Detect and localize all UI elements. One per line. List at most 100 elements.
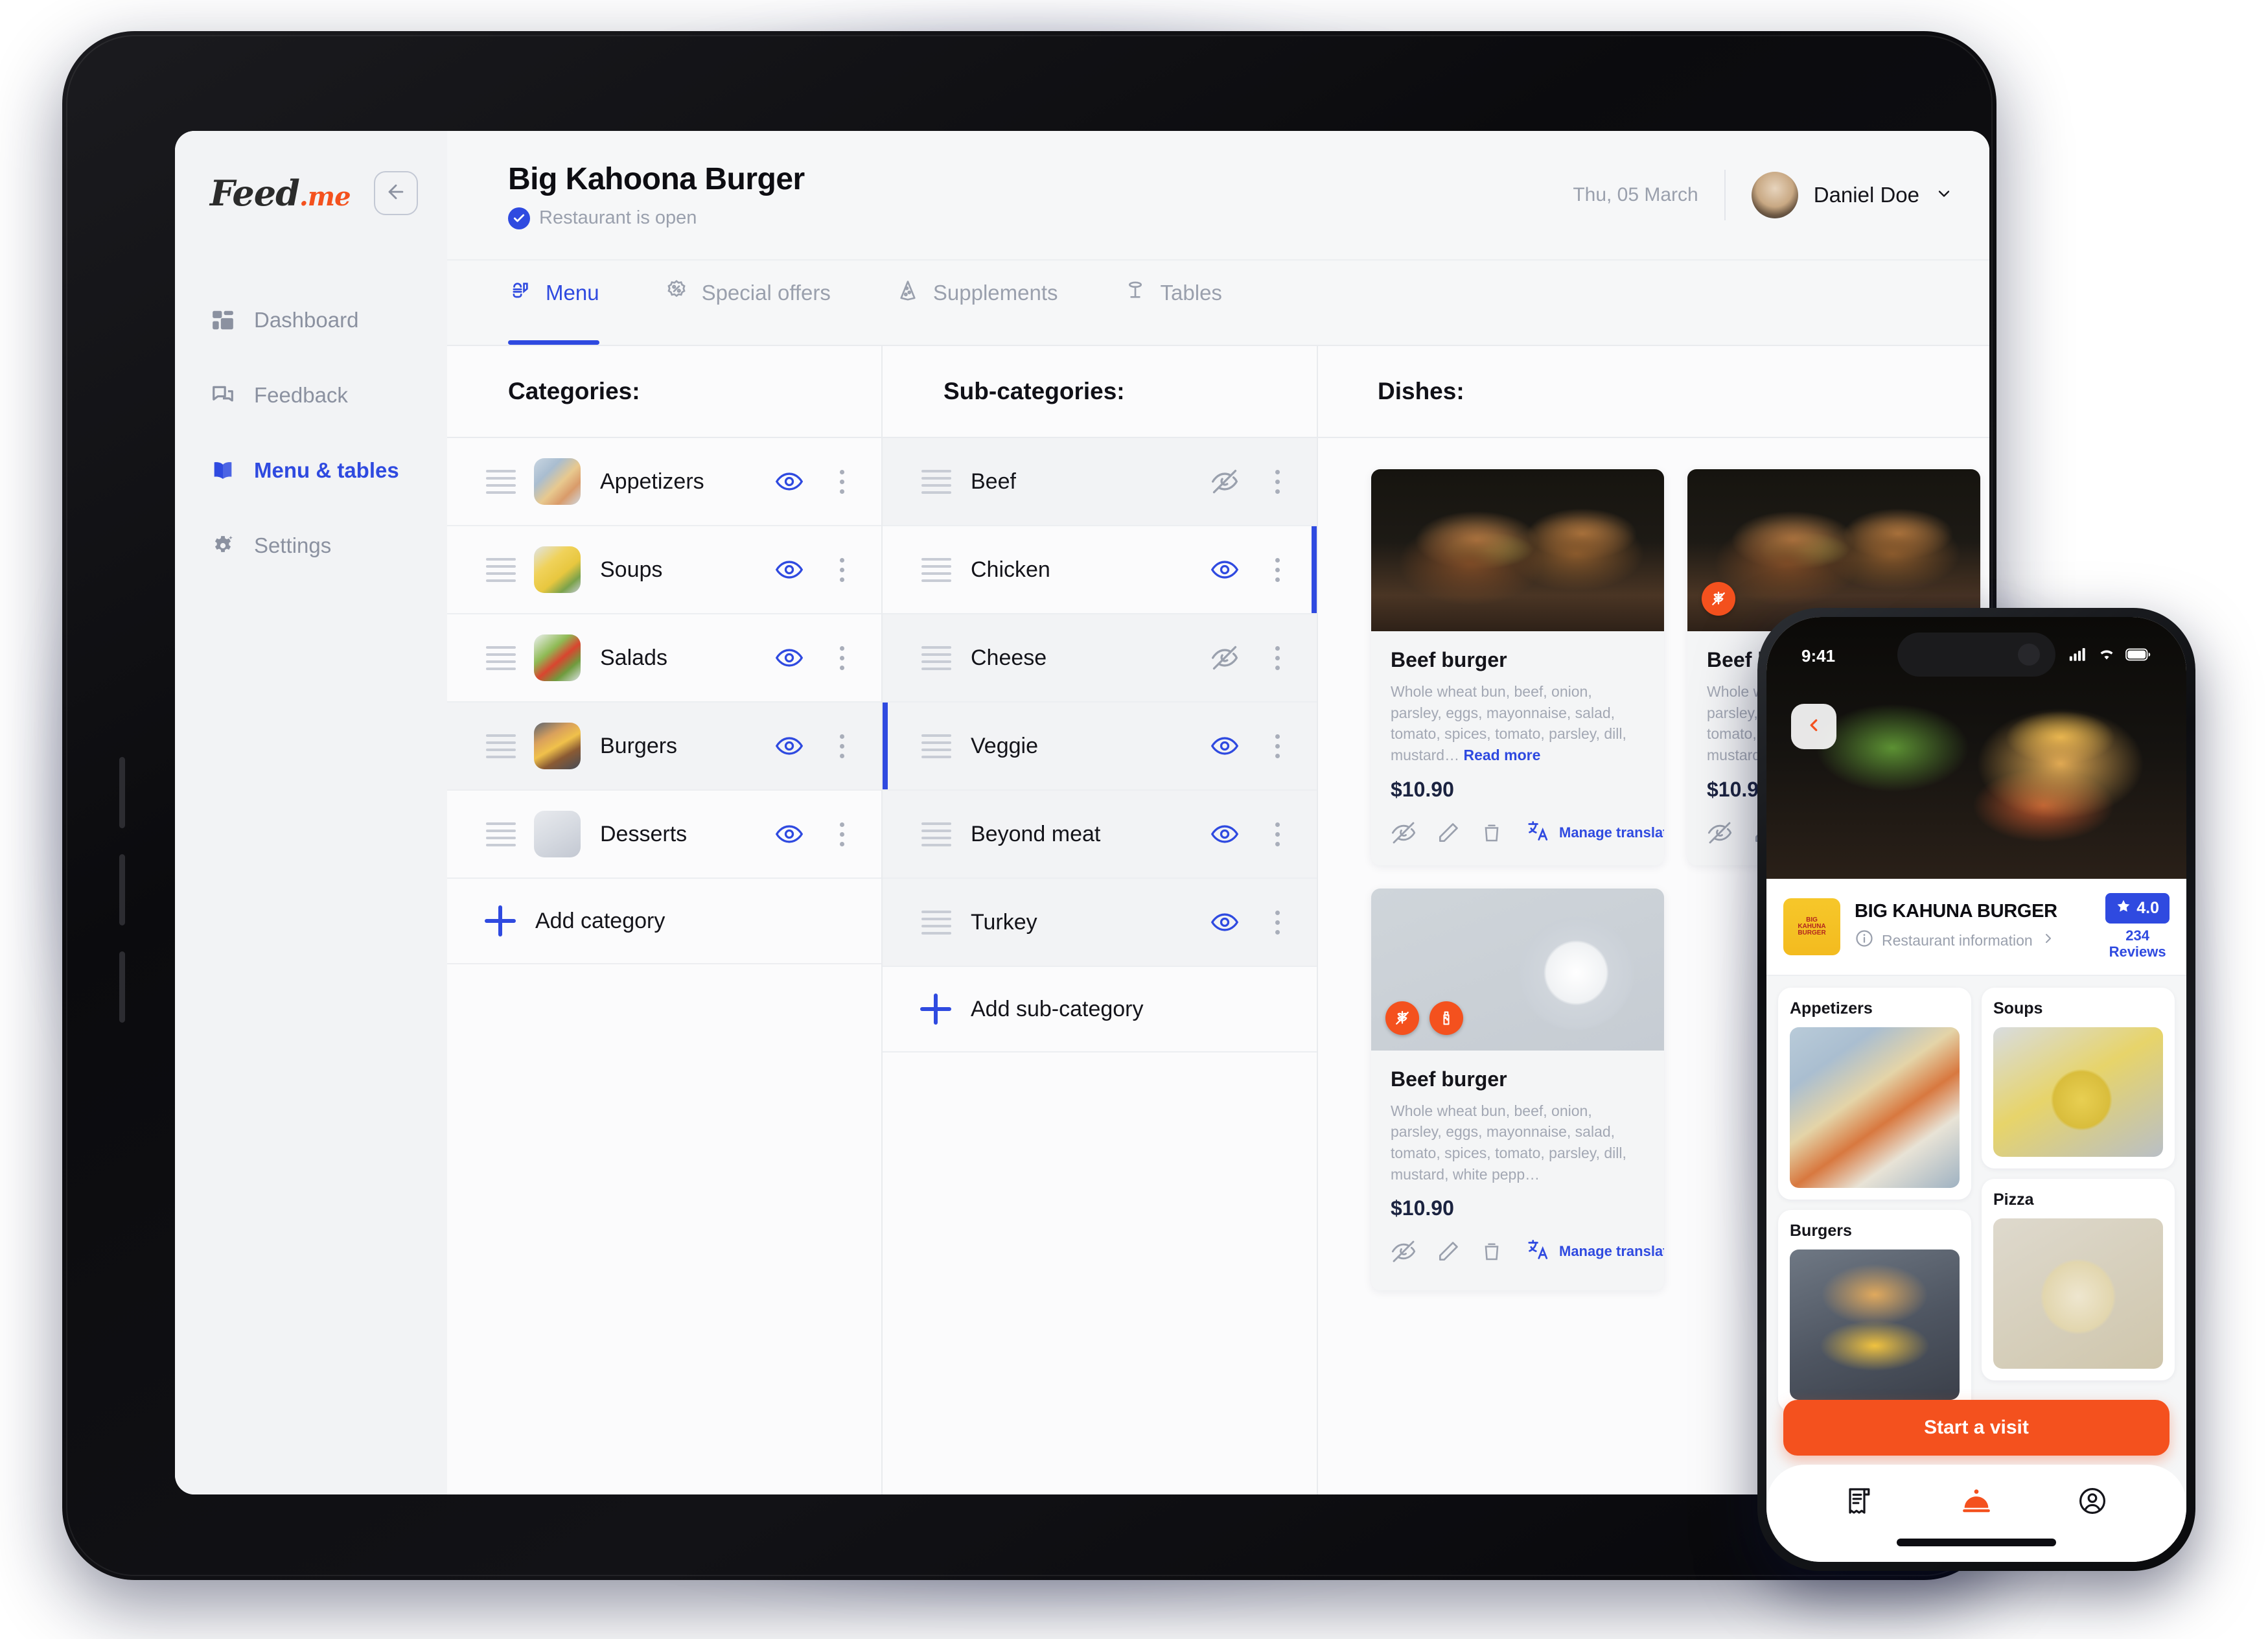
manage-translation-button[interactable]: Manage translation bbox=[1527, 819, 1664, 846]
eye-icon[interactable] bbox=[772, 465, 806, 498]
row-menu-button[interactable] bbox=[1264, 910, 1291, 935]
sidebar-collapse-button[interactable] bbox=[373, 171, 418, 215]
phone-category-card[interactable]: Pizza bbox=[1982, 1178, 2175, 1380]
sidebar-item-feedback[interactable]: Feedback bbox=[175, 358, 447, 433]
row-menu-button[interactable] bbox=[828, 557, 855, 582]
table-row[interactable]: Soups bbox=[447, 526, 881, 614]
rating-block[interactable]: 4.0 234 Reviews bbox=[2105, 893, 2170, 960]
tab-menu[interactable]: Menu bbox=[508, 261, 628, 345]
restaurant-information-link[interactable]: Restaurant information bbox=[1855, 929, 2091, 952]
manage-translation-label: Manage translation bbox=[1559, 1243, 1664, 1260]
eye-off-icon[interactable] bbox=[1208, 641, 1242, 675]
table-row[interactable]: Turkey bbox=[883, 879, 1317, 967]
row-menu-button[interactable] bbox=[828, 645, 855, 670]
row-menu-button[interactable] bbox=[1264, 822, 1291, 846]
pencil-icon[interactable] bbox=[1436, 1237, 1461, 1266]
drag-handle-icon[interactable] bbox=[921, 469, 951, 494]
drag-handle-icon[interactable] bbox=[486, 645, 516, 670]
drag-handle-icon[interactable] bbox=[486, 734, 516, 758]
phone-category-card[interactable]: Burgers bbox=[1778, 1209, 1971, 1412]
drag-handle-icon[interactable] bbox=[486, 822, 516, 846]
tablet-volume-down-button[interactable] bbox=[119, 854, 125, 925]
row-menu-button[interactable] bbox=[1264, 734, 1291, 758]
phone-back-button[interactable] bbox=[1791, 704, 1836, 749]
row-menu-button[interactable] bbox=[1264, 645, 1291, 670]
drag-handle-icon[interactable] bbox=[921, 557, 951, 582]
book-icon bbox=[210, 458, 236, 483]
phone-hero-image: 9:41 bbox=[1766, 617, 2186, 879]
table-row[interactable]: Beef bbox=[883, 438, 1317, 526]
start-visit-button[interactable]: Start a visit bbox=[1783, 1400, 2170, 1456]
table-row[interactable]: Beyond meat bbox=[883, 791, 1317, 879]
trash-icon[interactable] bbox=[1480, 1237, 1503, 1266]
account-icon[interactable] bbox=[2077, 1485, 2108, 1520]
restaurant-logo: BIG KAHUNA BURGER bbox=[1783, 898, 1840, 955]
tablet-power-button[interactable] bbox=[119, 951, 125, 1023]
table-row[interactable]: Burgers bbox=[447, 703, 881, 791]
avatar bbox=[1751, 172, 1798, 218]
read-more-link[interactable]: Read more bbox=[1463, 747, 1540, 763]
phone-category-image bbox=[1993, 1027, 2163, 1157]
tab-supplements[interactable]: Supplements bbox=[896, 261, 1087, 345]
tab-tables[interactable]: Tables bbox=[1123, 261, 1251, 345]
eye-icon[interactable] bbox=[772, 641, 806, 675]
eye-off-icon[interactable] bbox=[1391, 819, 1417, 847]
sidebar-item-menu-tables[interactable]: Menu & tables bbox=[175, 433, 447, 508]
sidebar-item-dashboard[interactable]: Dashboard bbox=[175, 283, 447, 358]
burger-menu-icon bbox=[508, 278, 533, 308]
dish-card[interactable]: Beef burger Whole wheat bun, beef, onion… bbox=[1371, 469, 1664, 865]
tablet-volume-up-button[interactable] bbox=[119, 757, 125, 828]
eye-icon[interactable] bbox=[1208, 905, 1242, 939]
manage-translation-button[interactable]: Manage translation bbox=[1527, 1238, 1664, 1265]
table-row[interactable]: Salads bbox=[447, 614, 881, 703]
star-icon bbox=[2116, 898, 2131, 918]
drag-handle-icon[interactable] bbox=[921, 910, 951, 935]
reviews-count-block: 234 Reviews bbox=[2109, 927, 2166, 960]
row-menu-button[interactable] bbox=[1264, 469, 1291, 494]
eye-icon[interactable] bbox=[1208, 553, 1242, 587]
category-thumbnail bbox=[534, 458, 581, 505]
add-category-button[interactable]: Add category bbox=[447, 879, 881, 964]
phone-category-image bbox=[1790, 1027, 1960, 1188]
dish-card[interactable]: Beef burger Whole wheat bun, beef, onion… bbox=[1371, 888, 1664, 1290]
drag-handle-icon[interactable] bbox=[921, 734, 951, 758]
eye-off-icon[interactable] bbox=[1391, 1237, 1417, 1266]
row-menu-button[interactable] bbox=[828, 822, 855, 846]
add-subcategory-button[interactable]: Add sub-category bbox=[883, 967, 1317, 1052]
receipt-icon[interactable] bbox=[1845, 1485, 1876, 1520]
eye-off-icon[interactable] bbox=[1208, 465, 1242, 498]
front-camera-icon bbox=[2018, 644, 2040, 666]
phone-category-label: Burgers bbox=[1790, 1221, 1852, 1240]
table-row[interactable]: Chicken bbox=[883, 526, 1317, 614]
categories-heading: Categories: bbox=[447, 346, 881, 438]
cloche-icon[interactable] bbox=[1960, 1485, 1993, 1521]
drag-handle-icon[interactable] bbox=[921, 822, 951, 846]
phone-category-card[interactable]: Appetizers bbox=[1778, 987, 1971, 1200]
row-menu-button[interactable] bbox=[828, 734, 855, 758]
drag-handle-icon[interactable] bbox=[486, 469, 516, 494]
pencil-icon[interactable] bbox=[1436, 819, 1461, 847]
subcategory-label: Turkey bbox=[971, 909, 1037, 935]
eye-icon[interactable] bbox=[772, 553, 806, 587]
tab-special-offers[interactable]: Special offers bbox=[664, 261, 859, 345]
drag-handle-icon[interactable] bbox=[486, 557, 516, 582]
table-row[interactable]: Cheese bbox=[883, 614, 1317, 703]
eye-icon[interactable] bbox=[1208, 729, 1242, 763]
eye-icon[interactable] bbox=[772, 817, 806, 851]
row-menu-button[interactable] bbox=[1264, 557, 1291, 582]
phone-category-card[interactable]: Soups bbox=[1982, 987, 2175, 1168]
table-row[interactable]: Veggie bbox=[883, 703, 1317, 791]
trash-icon[interactable] bbox=[1480, 819, 1503, 847]
category-label: Burgers bbox=[600, 733, 678, 758]
pizza-slice-icon bbox=[896, 278, 920, 308]
arrow-left-icon bbox=[385, 181, 407, 206]
table-row[interactable]: Desserts bbox=[447, 791, 881, 879]
eye-icon[interactable] bbox=[1208, 817, 1242, 851]
sidebar-item-settings[interactable]: Settings bbox=[175, 508, 447, 583]
dish-name: Beef burger bbox=[1391, 1067, 1507, 1091]
row-menu-button[interactable] bbox=[828, 469, 855, 494]
table-row[interactable]: Appetizers bbox=[447, 438, 881, 526]
user-menu[interactable]: Daniel Doe bbox=[1751, 172, 1953, 218]
eye-icon[interactable] bbox=[772, 729, 806, 763]
drag-handle-icon[interactable] bbox=[921, 645, 951, 670]
